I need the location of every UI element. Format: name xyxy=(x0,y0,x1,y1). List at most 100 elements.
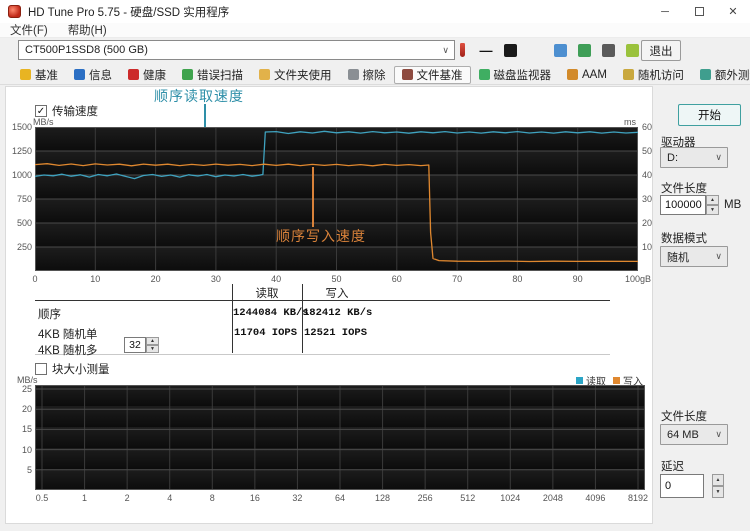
tab-label: 文件基准 xyxy=(416,69,463,82)
main-x-tick: 100gB xyxy=(624,274,652,284)
health-icon xyxy=(128,69,139,80)
export-icon[interactable] xyxy=(574,40,594,60)
col-header-read: 读取 xyxy=(255,288,279,300)
error-scan-icon xyxy=(182,69,193,80)
delay-value[interactable]: 0 xyxy=(660,474,704,498)
4kb-single-write-value: 12521 IOPS xyxy=(303,327,367,339)
maximize-button[interactable] xyxy=(682,0,716,23)
tab-label: 擦除 xyxy=(362,69,386,82)
tab-benchmark[interactable]: 基准 xyxy=(12,66,66,84)
tab-file-benchmark[interactable]: 文件基准 xyxy=(393,65,471,84)
row-label-4kb-single: 4KB 随机单 xyxy=(38,329,98,341)
tab-disk-monitor[interactable]: 磁盘监视器 xyxy=(471,66,560,84)
file-length-spinner[interactable]: 100000 ▲ ▼ xyxy=(660,195,719,215)
tab-info[interactable]: 信息 xyxy=(66,66,120,84)
tab-error-scan[interactable]: 错误扫描 xyxy=(174,66,251,84)
maximize-icon xyxy=(694,7,704,16)
delay-down-icon[interactable]: ▼ xyxy=(712,486,724,498)
menu-file[interactable]: 文件(F) xyxy=(0,22,58,38)
tabbar: 基准 信息 健康 错误扫描 文件夹使用 擦除 文件基准 磁盘监视器 AAM 随机访问 额外测试 xyxy=(0,65,750,85)
tab-random-access[interactable]: 随机访问 xyxy=(615,66,692,84)
block-file-length-select[interactable]: 64 MB ∨ xyxy=(660,424,728,445)
screenshot-icon[interactable] xyxy=(598,40,618,60)
minimize-button[interactable]: ─ xyxy=(648,0,682,23)
tab-label: AAM xyxy=(582,68,607,81)
copy-icon[interactable] xyxy=(550,40,570,60)
transfer-speed-chart xyxy=(35,127,638,271)
toolbar-icons: —↓ xyxy=(452,39,666,61)
file-length-label: 文件长度 xyxy=(661,183,707,195)
main-y2-tick: 10 xyxy=(642,242,653,252)
main-y-tick: 750 xyxy=(16,194,32,204)
tab-extra-tests[interactable]: 额外测试 xyxy=(692,66,750,84)
block-x-tick: 256 xyxy=(417,493,433,503)
tab-erase[interactable]: 擦除 xyxy=(340,66,394,84)
delay-spinner[interactable]: 0 ▲ ▼ xyxy=(660,474,724,498)
delay-up-icon[interactable]: ▲ xyxy=(712,474,724,486)
chevron-down-icon: ∨ xyxy=(715,429,722,439)
block-y-tick: 15 xyxy=(21,424,32,435)
block-x-tick: 8 xyxy=(209,493,215,503)
transfer-speed-checkbox[interactable]: ✓ xyxy=(35,105,47,117)
queue-depth-down-icon[interactable]: ▼ xyxy=(146,345,159,353)
device-select[interactable]: CT500P1SSD8 (500 GB) ∨ xyxy=(18,40,455,60)
tab-health[interactable]: 健康 xyxy=(120,66,174,84)
main-x-tick: 10 xyxy=(90,274,101,284)
temperature-icon[interactable] xyxy=(452,40,472,60)
block-x-tick: 2 xyxy=(124,493,130,503)
4kb-single-read-value: 11704 IOPS xyxy=(233,327,297,339)
save-icon[interactable] xyxy=(622,40,642,60)
drive-select-value: D: xyxy=(667,151,678,164)
block-size-label: 块大小测量 xyxy=(52,364,110,376)
main-x-tick: 30 xyxy=(210,274,221,284)
file-length-value[interactable]: 100000 xyxy=(660,195,706,215)
disk-monitor-icon xyxy=(478,69,490,80)
block-size-checkbox[interactable] xyxy=(35,363,47,375)
clipboard-icon-glyph xyxy=(503,43,517,57)
clipboard-icon[interactable] xyxy=(500,40,520,60)
main-x-tick: 60 xyxy=(391,274,402,284)
tab-folder-usage[interactable]: 文件夹使用 xyxy=(251,66,340,84)
block-y-tick: 10 xyxy=(21,444,32,455)
window-title: HD Tune Pro 5.75 - 硬盘/SSD 实用程序 xyxy=(28,6,230,19)
table-bottom-rule xyxy=(35,354,610,355)
tab-label: 随机访问 xyxy=(637,69,684,82)
legend-swatch xyxy=(613,377,620,384)
data-mode-value: 随机 xyxy=(667,251,689,264)
main-x-tick: 90 xyxy=(572,274,583,284)
menu-help[interactable]: 帮助(H) xyxy=(58,22,117,38)
data-mode-select[interactable]: 随机 ∨ xyxy=(660,246,728,267)
data-mode-label: 数据模式 xyxy=(661,233,707,245)
seq-write-value: 182412 KB/s xyxy=(303,307,373,319)
start-button[interactable]: 开始 xyxy=(678,104,741,126)
file-length-up-icon[interactable]: ▲ xyxy=(706,195,719,205)
queue-depth-spinner[interactable]: 32 ▲ ▼ xyxy=(124,337,159,353)
main-y-tick: 250 xyxy=(16,242,32,252)
block-x-tick: 8192 xyxy=(627,493,649,503)
queue-depth-value[interactable]: 32 xyxy=(124,337,146,353)
main-y-tick: 1250 xyxy=(11,146,32,156)
close-button[interactable]: ✕ xyxy=(716,0,750,23)
queue-depth-up-icon[interactable]: ▲ xyxy=(146,337,159,345)
info-icon xyxy=(74,69,85,80)
main-x-tick: 40 xyxy=(271,274,282,284)
block-x-tick: 64 xyxy=(334,493,345,503)
row-label-sequential: 顺序 xyxy=(38,309,61,321)
write-speed-annotation: 顺序写入速度 xyxy=(276,228,366,244)
exit-button[interactable]: 退出 xyxy=(641,40,681,61)
file-benchmark-icon xyxy=(401,69,413,80)
block-x-tick: 32 xyxy=(292,493,303,503)
delay-label: 延迟 xyxy=(661,461,684,473)
block-file-length-value: 64 MB xyxy=(667,428,699,441)
block-x-tick: 1 xyxy=(82,493,88,503)
device-select-value: CT500P1SSD8 (500 GB) xyxy=(25,44,148,56)
drive-select[interactable]: D: ∨ xyxy=(660,147,728,168)
main-y2-tick: 30 xyxy=(642,194,653,204)
save-icon-glyph xyxy=(625,43,639,57)
file-length-down-icon[interactable]: ▼ xyxy=(706,205,719,215)
dash-glyph: — xyxy=(479,42,493,58)
main-y-tick: 1000 xyxy=(11,170,32,180)
dash-icon[interactable]: — xyxy=(476,40,496,60)
tab-aam[interactable]: AAM xyxy=(559,66,615,84)
export-icon-glyph xyxy=(577,43,591,57)
